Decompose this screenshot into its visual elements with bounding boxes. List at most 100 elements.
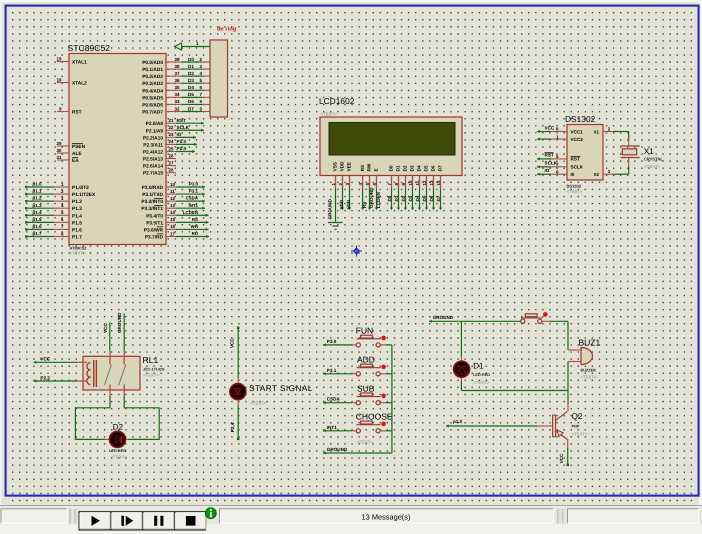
svg-text:<TEXT>: <TEXT> xyxy=(473,380,489,385)
svg-text:SUB: SUB xyxy=(357,383,375,393)
svg-text:33: 33 xyxy=(175,99,181,104)
svg-text:P3.1/TXD: P3.1/TXD xyxy=(142,192,163,198)
svg-text:11: 11 xyxy=(415,180,420,185)
svg-text:P2.3: P2.3 xyxy=(40,375,50,380)
svg-text:RD: RD xyxy=(192,231,198,236)
svg-text:13: 13 xyxy=(170,203,176,208)
svg-text:P2.3: P2.3 xyxy=(177,139,187,144)
svg-text:D0: D0 xyxy=(387,195,392,201)
svg-text:35: 35 xyxy=(175,85,181,90)
svg-text:VDD: VDD xyxy=(346,199,351,209)
svg-text:37: 37 xyxy=(175,71,181,76)
svg-text:X1: X1 xyxy=(644,147,654,156)
svg-text:P2.2/A10: P2.2/A10 xyxy=(143,135,163,141)
svg-text:31: 31 xyxy=(56,155,62,160)
svg-text:D7: D7 xyxy=(436,195,441,201)
svg-text:CRYSTAL: CRYSTAL xyxy=(644,156,664,161)
svg-text:p1.0: p1.0 xyxy=(32,182,42,187)
svg-text:p1.7: p1.7 xyxy=(32,231,42,236)
svg-text:P0.2/AD2: P0.2/AD2 xyxy=(142,74,163,80)
svg-text:XTAL1: XTAL1 xyxy=(72,60,87,66)
svg-text:<TEXT>: <TEXT> xyxy=(70,251,86,256)
svg-text:ALE: ALE xyxy=(72,151,82,157)
svg-text:VCC: VCC xyxy=(103,323,108,333)
svg-text:P2.0/A8: P2.0/A8 xyxy=(146,121,164,127)
svg-text:LED-RED: LED-RED xyxy=(473,373,490,377)
svg-text:P3.1: P3.1 xyxy=(327,368,337,373)
svg-text:DS1302: DS1302 xyxy=(565,114,596,124)
svg-text:D1: D1 xyxy=(394,195,399,201)
svg-text:LCD1602: LCD1602 xyxy=(319,96,355,106)
svg-text:P1.4: P1.4 xyxy=(72,213,82,219)
svg-text:28: 28 xyxy=(169,167,175,172)
svg-text:IO: IO xyxy=(545,168,550,173)
svg-text:RS: RS xyxy=(362,202,367,208)
svg-text:ADD: ADD xyxy=(357,355,375,365)
svg-text:<TEXT>: <TEXT> xyxy=(572,431,588,436)
svg-text:RST: RST xyxy=(177,118,186,123)
svg-text:D4: D4 xyxy=(188,85,194,90)
svg-text:p1.3: p1.3 xyxy=(32,203,42,208)
svg-text:D4: D4 xyxy=(415,195,420,201)
svg-text:<TEXT>: <TEXT> xyxy=(143,372,159,377)
svg-text:GROUND: GROUND xyxy=(327,447,348,452)
svg-text:PNP: PNP xyxy=(572,425,580,429)
svg-text:p1.0: p1.0 xyxy=(453,419,463,424)
svg-text:P3.0: P3.0 xyxy=(327,339,337,344)
svg-text:P2.4/A12: P2.4/A12 xyxy=(143,149,163,155)
svg-text:D2: D2 xyxy=(113,423,124,432)
svg-text:<TEXT>: <TEXT> xyxy=(644,164,660,169)
svg-text:17: 17 xyxy=(170,231,176,236)
svg-text:XTAL2: XTAL2 xyxy=(72,81,87,87)
svg-text:16: 16 xyxy=(170,224,176,229)
svg-text:P0.4/AD4: P0.4/AD4 xyxy=(142,88,163,94)
svg-text:RS: RS xyxy=(360,165,365,171)
svg-text:38: 38 xyxy=(175,64,181,69)
svg-text:D3: D3 xyxy=(408,195,413,201)
svg-text:de ring: de ring xyxy=(217,26,237,33)
svg-text:p1.4: p1.4 xyxy=(32,210,42,215)
svg-text:14: 14 xyxy=(436,180,441,186)
svg-text:P0.5/AD5: P0.5/AD5 xyxy=(142,95,163,101)
svg-text:29: 29 xyxy=(56,141,62,146)
svg-text:P2.4: P2.4 xyxy=(177,146,187,151)
svg-text:VCC1: VCC1 xyxy=(571,129,584,134)
svg-text:P1.3: P1.3 xyxy=(72,206,82,212)
svg-text:INT1: INT1 xyxy=(327,425,337,430)
svg-text:D2: D2 xyxy=(188,71,194,76)
svg-text:P1.6: P1.6 xyxy=(72,227,82,233)
svg-text:21: 21 xyxy=(169,118,175,123)
svg-text:11: 11 xyxy=(170,189,175,194)
svg-text:D6: D6 xyxy=(431,165,436,171)
svg-text:VCC2: VCC2 xyxy=(571,137,584,142)
svg-text:FUN: FUN xyxy=(356,326,373,336)
svg-text:30: 30 xyxy=(56,148,62,153)
svg-text:PSEN: PSEN xyxy=(72,144,86,150)
svg-text:P3.4/T0: P3.4/T0 xyxy=(146,213,163,219)
svg-text:RS: RS xyxy=(192,217,198,222)
svg-text:IO: IO xyxy=(177,132,182,137)
svg-text:INT1: INT1 xyxy=(188,203,198,208)
svg-text:BUZ1: BUZ1 xyxy=(579,337,601,347)
svg-text:26: 26 xyxy=(169,153,175,158)
svg-text:<TEXT>: <TEXT> xyxy=(250,400,266,405)
svg-text:P3.5/T1: P3.5/T1 xyxy=(146,220,163,226)
svg-text:SCLK: SCLK xyxy=(571,165,584,170)
svg-text:D0: D0 xyxy=(389,165,394,171)
svg-text:SCLK: SCLK xyxy=(545,161,558,166)
svg-text:RL1: RL1 xyxy=(143,355,159,365)
svg-text:WR: WR xyxy=(191,224,199,229)
svg-text:STC89C52: STC89C52 xyxy=(68,43,111,53)
svg-text:D1: D1 xyxy=(188,64,194,69)
svg-text:P0.3/AD3: P0.3/AD3 xyxy=(142,81,163,87)
svg-text:P3.2/INT0: P3.2/INT0 xyxy=(141,199,163,205)
svg-text:D3: D3 xyxy=(188,78,194,83)
svg-text:<TEXT>: <TEXT> xyxy=(321,112,338,117)
svg-text:12: 12 xyxy=(422,180,427,186)
svg-text:GROUND: GROUND xyxy=(117,312,122,333)
svg-text:P0.0/AD0: P0.0/AD0 xyxy=(142,60,163,66)
svg-text:10: 10 xyxy=(408,180,413,186)
svg-text:18: 18 xyxy=(56,77,62,82)
svg-text:Q2: Q2 xyxy=(572,412,583,421)
svg-text:<TEXT>: <TEXT> xyxy=(357,439,373,444)
